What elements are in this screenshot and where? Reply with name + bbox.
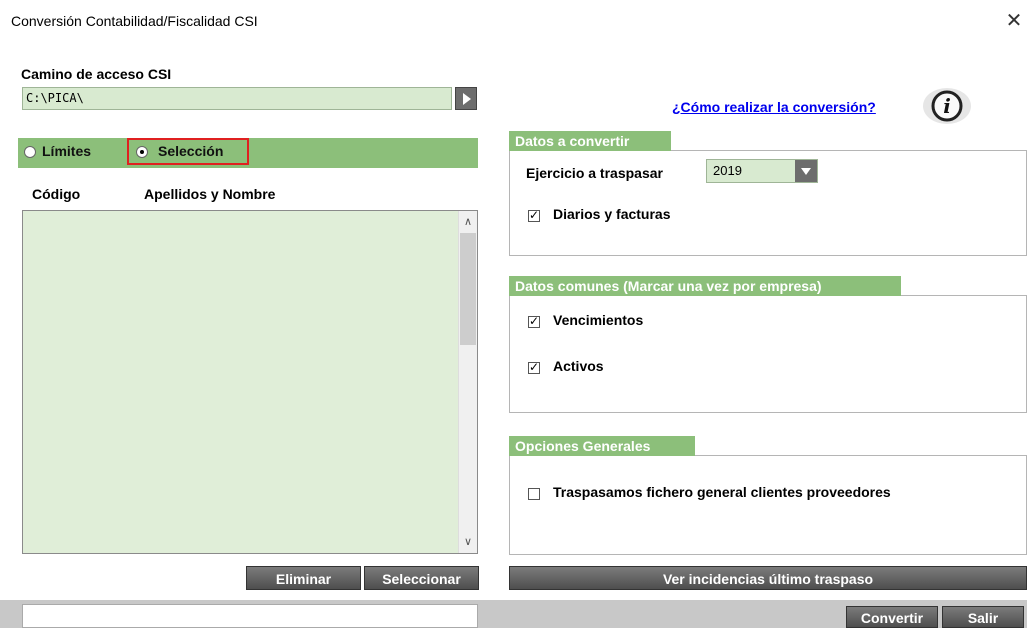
activos-checkbox[interactable] xyxy=(528,360,540,374)
window-title: Conversión Contabilidad/Fiscalidad CSI xyxy=(11,13,258,29)
eliminar-button[interactable]: Eliminar xyxy=(246,566,361,590)
column-header-name: Apellidos y Nombre xyxy=(144,186,276,202)
diarios-label: Diarios y facturas xyxy=(553,206,671,222)
info-icon[interactable]: i xyxy=(921,86,973,126)
radio-seleccion[interactable] xyxy=(136,146,148,158)
vencimientos-label: Vencimientos xyxy=(553,312,644,328)
scroll-up-icon[interactable]: ∧ xyxy=(459,213,477,231)
path-input[interactable]: C:\PICA\ xyxy=(22,87,452,110)
company-list[interactable]: ∧ ∨ xyxy=(22,210,478,554)
help-link[interactable]: ¿Cómo realizar la conversión? xyxy=(672,99,876,115)
radio-seleccion-label: Selección xyxy=(158,143,224,159)
datos-convertir-title: Datos a convertir xyxy=(509,131,671,151)
scroll-thumb[interactable] xyxy=(460,233,476,345)
path-label: Camino de acceso CSI xyxy=(21,66,172,82)
vencimientos-checkbox[interactable] xyxy=(528,314,540,328)
radio-limites[interactable] xyxy=(24,146,36,158)
browse-path-button[interactable] xyxy=(455,87,477,110)
list-scrollbar[interactable]: ∧ ∨ xyxy=(458,211,477,553)
traspasamos-label: Traspasamos fichero general clientes pro… xyxy=(553,484,891,500)
svg-text:i: i xyxy=(943,94,951,118)
column-header-code: Código xyxy=(32,186,81,202)
opciones-title: Opciones Generales xyxy=(509,436,695,456)
mode-radio-group: Límites Selección xyxy=(18,138,478,168)
traspasamos-checkbox[interactable] xyxy=(528,488,540,500)
status-field xyxy=(22,604,478,628)
activos-label: Activos xyxy=(553,358,604,374)
seleccionar-button[interactable]: Seleccionar xyxy=(364,566,479,590)
ejercicio-select[interactable]: 2019 xyxy=(706,159,818,183)
incidencias-button[interactable]: Ver incidencias último traspaso xyxy=(509,566,1027,590)
ejercicio-value: 2019 xyxy=(713,163,742,178)
salir-button[interactable]: Salir xyxy=(942,606,1024,628)
convertir-button[interactable]: Convertir xyxy=(846,606,938,628)
ejercicio-label: Ejercicio a traspasar xyxy=(526,165,663,181)
scroll-down-icon[interactable]: ∨ xyxy=(459,533,477,551)
radio-limites-label: Límites xyxy=(42,143,92,159)
diarios-checkbox[interactable] xyxy=(528,208,540,222)
chevron-down-icon[interactable] xyxy=(795,160,817,182)
close-icon[interactable]: ✕ xyxy=(1003,8,1025,34)
opciones-group xyxy=(509,455,1027,555)
datos-comunes-title: Datos comunes (Marcar una vez por empres… xyxy=(509,276,901,296)
